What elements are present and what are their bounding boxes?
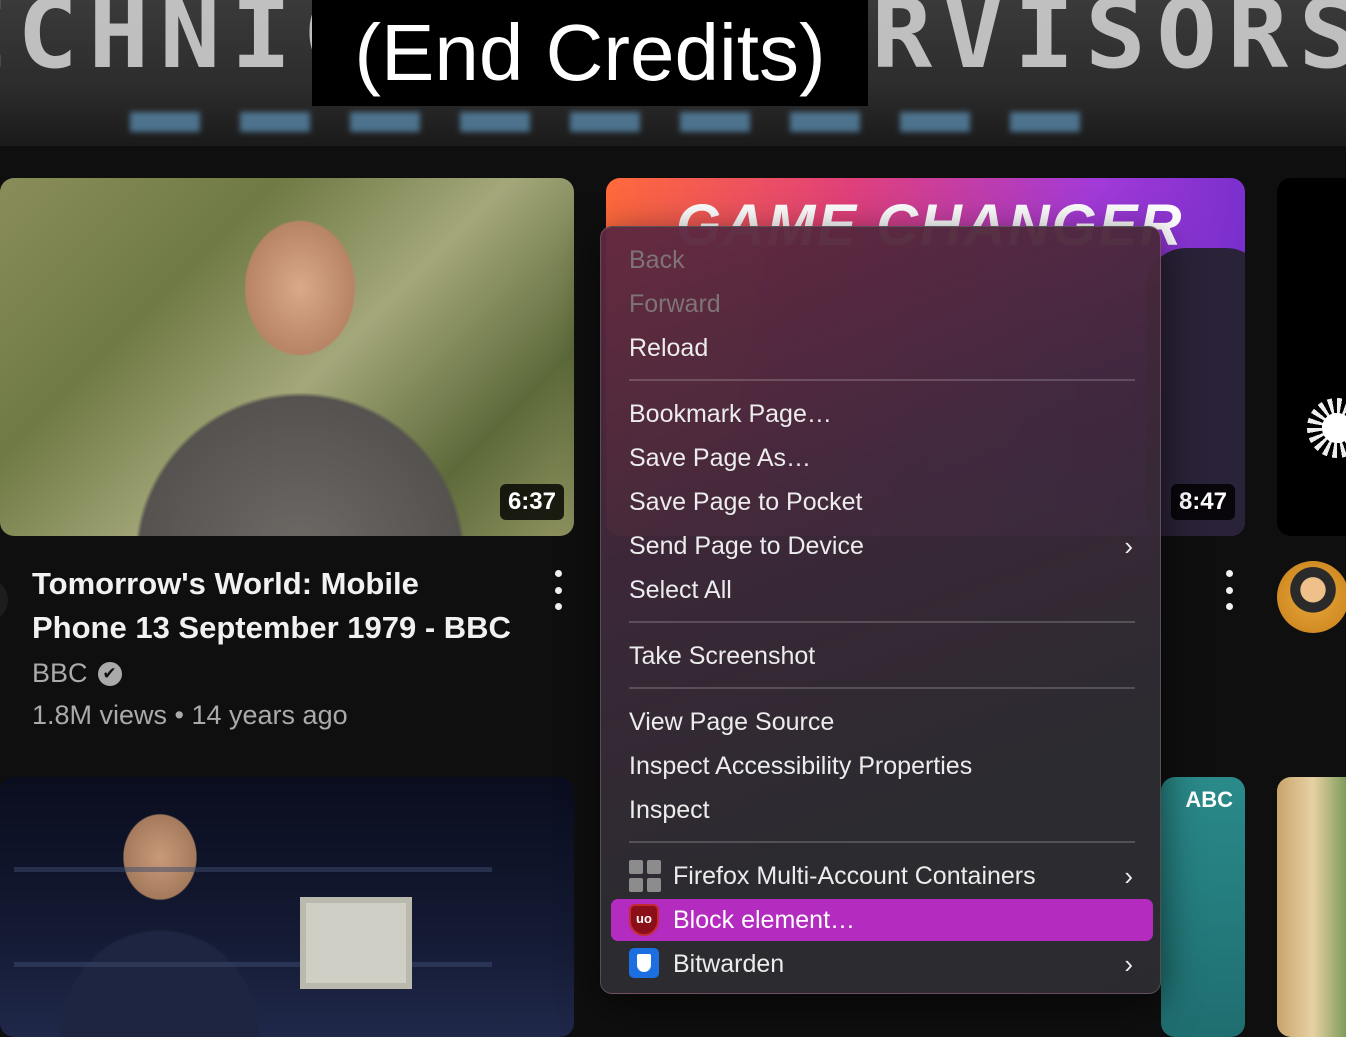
menu-item-save-to-pocket[interactable]: Save Page to Pocket (611, 481, 1153, 523)
menu-item-label: Send Page to Device (629, 532, 864, 560)
avatar[interactable] (1277, 561, 1346, 633)
menu-item-multi-account-containers[interactable]: Firefox Multi-Account Containers › (611, 855, 1153, 897)
computer-monitor-image (300, 897, 412, 989)
menu-item-send-page-to-device[interactable]: Send Page to Device › (611, 525, 1153, 567)
video-title[interactable]: Tomorrow's World: Mobile Phone 13 Septem… (32, 562, 522, 650)
thumbnail-image (14, 777, 492, 1037)
menu-item-select-all[interactable]: Select All (611, 569, 1153, 611)
menu-separator (629, 687, 1135, 689)
menu-item-take-screenshot[interactable]: Take Screenshot (611, 635, 1153, 677)
video-thumbnail[interactable] (0, 777, 574, 1037)
menu-item-block-element[interactable]: uo Block element… (611, 899, 1153, 941)
menu-item-label: Firefox Multi-Account Containers (673, 862, 1036, 890)
menu-item-reload[interactable]: Reload (611, 327, 1153, 369)
menu-item-inspect[interactable]: Inspect (611, 789, 1153, 831)
video-thumbnail[interactable]: ABC (1161, 777, 1245, 1037)
video-thumbnail[interactable] (1277, 178, 1346, 536)
channel-row: BBC ✔ (32, 658, 122, 689)
bitwarden-icon (629, 948, 659, 978)
menu-separator (629, 621, 1135, 623)
menu-item-bookmark-page[interactable]: Bookmark Page… (611, 393, 1153, 435)
more-options-icon[interactable] (548, 570, 568, 610)
menu-item-view-page-source[interactable]: View Page Source (611, 701, 1153, 743)
duration-badge: 8:47 (1170, 484, 1235, 520)
menu-item-back[interactable]: Back (611, 239, 1153, 281)
chevron-right-icon: › (1124, 861, 1133, 891)
menu-item-label: Bitwarden (673, 950, 785, 978)
context-menu: Back Forward Reload Bookmark Page… Save … (600, 226, 1161, 994)
star-graphic (1307, 398, 1346, 458)
channel-name[interactable]: BBC (32, 658, 88, 689)
menu-item-label: Block element… (673, 906, 856, 934)
abc-logo: ABC (1185, 787, 1233, 812)
menu-separator (629, 379, 1135, 381)
menu-item-bitwarden[interactable]: Bitwarden › (611, 943, 1153, 985)
chevron-right-icon: › (1124, 949, 1133, 979)
credits-blur-decoration (130, 112, 1080, 132)
avatar[interactable] (0, 578, 8, 622)
menu-item-save-page-as[interactable]: Save Page As… (611, 437, 1153, 479)
ublock-icon: uo (629, 904, 659, 936)
verified-icon: ✔ (97, 661, 122, 686)
video-thumbnail[interactable]: 6:37 (0, 178, 574, 536)
video-meta: 1.8M views • 14 years ago (32, 700, 348, 730)
top-video-player[interactable]: ECHNICAL SUPERVISORS (End Credits) (0, 0, 1346, 146)
duration-badge: 6:37 (499, 484, 564, 520)
chevron-right-icon: › (1124, 531, 1133, 561)
video-thumbnail[interactable] (1277, 777, 1346, 1037)
menu-item-inspect-accessibility[interactable]: Inspect Accessibility Properties (611, 745, 1153, 787)
more-options-icon[interactable] (1219, 570, 1239, 610)
menu-item-forward[interactable]: Forward (611, 283, 1153, 325)
video-caption: (End Credits) (312, 0, 868, 106)
containers-icon (629, 860, 661, 892)
menu-separator (629, 841, 1135, 843)
